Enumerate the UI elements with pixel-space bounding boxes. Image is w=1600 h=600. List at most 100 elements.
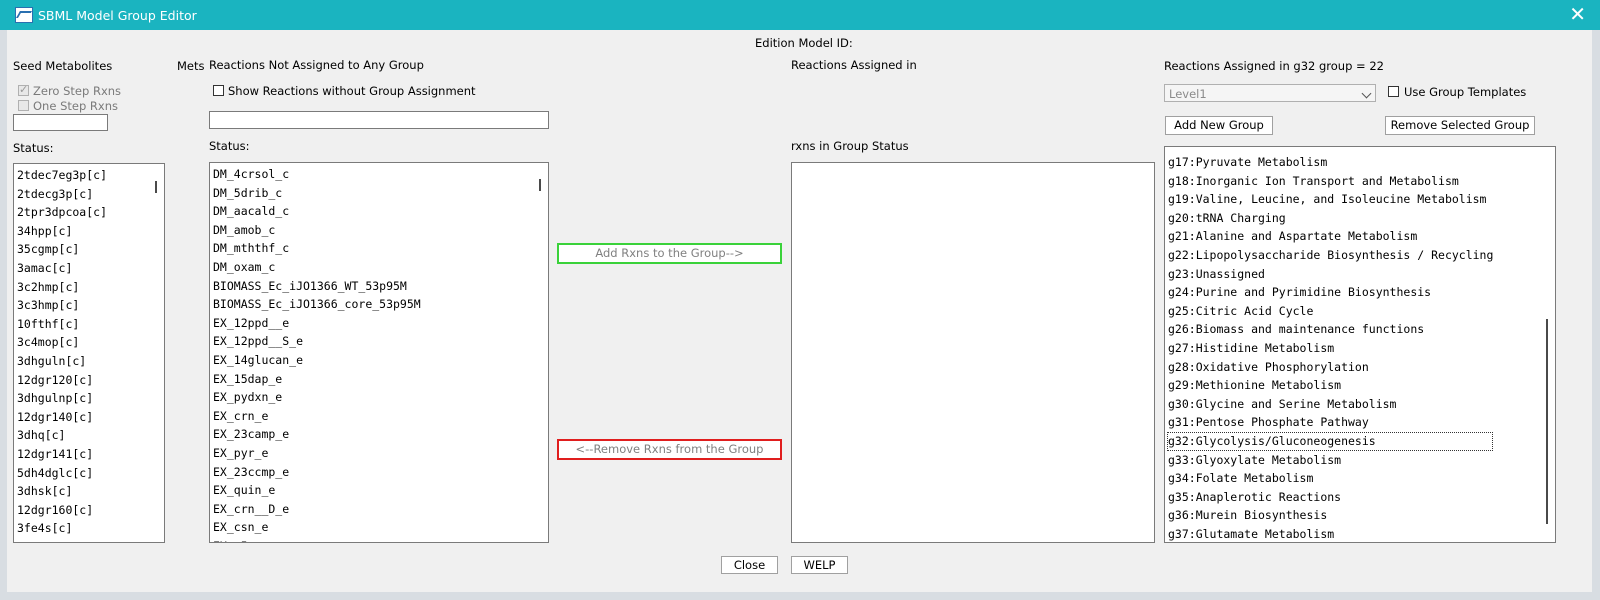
- list-item[interactable]: 34hpp[c]: [16, 222, 107, 241]
- unassigned-scrollbar[interactable]: [533, 163, 548, 542]
- list-item[interactable]: EX_crn__D_e: [212, 500, 421, 519]
- group-list-item[interactable]: g32:Glycolysis/Gluconeogenesis: [1167, 431, 1494, 451]
- group-list-item[interactable]: g30:Glycine and Serine Metabolism: [1167, 395, 1493, 414]
- remove-selected-group-button[interactable]: Remove Selected Group: [1385, 116, 1535, 135]
- edition-model-id-label: Edition Model ID:: [755, 36, 853, 50]
- background-app-right: [1592, 30, 1600, 600]
- group-list-item[interactable]: g28:Oxidative Phosphorylation: [1167, 358, 1493, 377]
- list-item[interactable]: 3fe4s[c]: [16, 519, 107, 538]
- list-item[interactable]: 10fthf[c]: [16, 315, 107, 334]
- list-item[interactable]: EX_c5...: [212, 537, 421, 542]
- list-item[interactable]: EX_pydxn_e: [212, 388, 421, 407]
- unassigned-reactions-list[interactable]: DM_4crsol_c DM_5drib_c DM_aacald_c DM_amob_…: [209, 162, 549, 543]
- close-window-icon[interactable]: ✕: [1569, 3, 1586, 25]
- add-rxns-button[interactable]: Add Rxns to the Group-->: [557, 243, 782, 264]
- list-item[interactable]: 3c2hmp[c]: [16, 278, 107, 297]
- list-item[interactable]: EX_15dap_e: [212, 370, 421, 389]
- add-new-group-button[interactable]: Add New Group: [1165, 116, 1273, 135]
- group-list-item[interactable]: g21:Alanine and Aspartate Metabolism: [1167, 227, 1493, 246]
- unassigned-scroll-thumb[interactable]: [539, 179, 541, 191]
- seed-metabolites-list[interactable]: 2tdec7eg3p[c] 2tdecg3p[c] 2tpr3dpcoa[c] 34h…: [13, 163, 165, 543]
- help-button[interactable]: WELP: [791, 556, 848, 574]
- list-item[interactable]: DM_aacald_c: [212, 202, 421, 221]
- group-list-item[interactable]: g23:Unassigned: [1167, 265, 1493, 284]
- list-item[interactable]: EX_pyr_e: [212, 444, 421, 463]
- show-unassigned-checkbox[interactable]: [213, 85, 224, 96]
- list-item[interactable]: EX_12ppd__S_e: [212, 332, 421, 351]
- mets-label: Mets: [177, 59, 205, 73]
- use-group-templates-checkbox[interactable]: [1388, 86, 1399, 97]
- list-item[interactable]: 35cgmp[c]: [16, 240, 107, 259]
- seed-search-input[interactable]: [13, 114, 108, 131]
- group-list-item[interactable]: g25:Citric Acid Cycle: [1167, 302, 1493, 321]
- list-item[interactable]: DM_mththf_c: [212, 239, 421, 258]
- groups-scroll-thumb[interactable]: [1546, 319, 1548, 524]
- seed-metabolites-title: Seed Metabolites: [13, 59, 113, 73]
- list-item[interactable]: EX_14glucan_e: [212, 351, 421, 370]
- zero-step-checkbox[interactable]: [18, 83, 29, 96]
- group-level-dropdown[interactable]: Level1: [1164, 84, 1376, 102]
- list-item[interactable]: 3dhsk[c]: [16, 482, 107, 501]
- group-list-item[interactable]: g35:Anaplerotic Reactions: [1167, 488, 1493, 507]
- list-item[interactable]: 12dgr140[c]: [16, 408, 107, 427]
- group-list-item[interactable]: g22:Lipopolysaccharide Biosynthesis / Re…: [1167, 246, 1493, 265]
- assigned-reactions-list[interactable]: [791, 162, 1155, 543]
- show-unassigned-label: Show Reactions without Group Assignment: [228, 84, 476, 98]
- list-item[interactable]: DM_4crsol_c: [212, 165, 421, 184]
- list-item[interactable]: 3amac[c]: [16, 259, 107, 278]
- list-item[interactable]: 3c4mop[c]: [16, 333, 107, 352]
- group-list-item[interactable]: g33:Glyoxylate Metabolism: [1167, 451, 1493, 470]
- group-list-item[interactable]: g17:Pyruvate Metabolism: [1167, 153, 1493, 172]
- groups-list[interactable]: g17:Pyruvate Metabolism g18:Inorganic Ion…: [1164, 146, 1556, 543]
- group-list-item[interactable]: g29:Methionine Metabolism: [1167, 376, 1493, 395]
- close-button[interactable]: Close: [721, 556, 778, 574]
- group-list-item[interactable]: g36:Murein Biosynthesis: [1167, 506, 1493, 525]
- list-item[interactable]: 3dhgulnp[c]: [16, 389, 107, 408]
- list-item[interactable]: 2tpr3dpcoa[c]: [16, 203, 107, 222]
- list-item[interactable]: EX_quin_e: [212, 481, 421, 500]
- list-item[interactable]: DM_oxam_c: [212, 258, 421, 277]
- list-item[interactable]: 3dhq[c]: [16, 426, 107, 445]
- groups-scrollbar[interactable]: [1540, 147, 1555, 542]
- list-item[interactable]: EX_23camp_e: [212, 425, 421, 444]
- groups-title: Reactions Assigned in g32 group = 22: [1164, 59, 1384, 73]
- group-list-item[interactable]: g19:Valine, Leucine, and Isoleucine Meta…: [1167, 190, 1493, 209]
- list-item[interactable]: 12dgr141[c]: [16, 445, 107, 464]
- list-item[interactable]: EX_12ppd__e: [212, 314, 421, 333]
- seed-scrollbar[interactable]: [149, 164, 164, 542]
- list-item[interactable]: 2tdecg3p[c]: [16, 185, 107, 204]
- list-item[interactable]: EX_crn_e: [212, 407, 421, 426]
- one-step-checkbox[interactable]: [18, 100, 29, 111]
- unassigned-status-label: Status:: [209, 139, 250, 153]
- group-list-item[interactable]: g34:Folate Metabolism: [1167, 469, 1493, 488]
- group-list-item[interactable]: g20:tRNA Charging: [1167, 209, 1493, 228]
- seed-status-label: Status:: [13, 141, 54, 155]
- group-list-item[interactable]: g18:Inorganic Ion Transport and Metaboli…: [1167, 172, 1493, 191]
- background-app-left: [0, 30, 7, 600]
- group-list-item[interactable]: g31:Pentose Phosphate Pathway: [1167, 413, 1493, 432]
- list-item[interactable]: 3dhguln[c]: [16, 352, 107, 371]
- seed-scroll-thumb[interactable]: [155, 181, 157, 193]
- list-item[interactable]: EX_csn_e: [212, 518, 421, 537]
- unassigned-items: DM_4crsol_c DM_5drib_c DM_aacald_c DM_amob_…: [212, 165, 421, 542]
- remove-rxns-button[interactable]: <--Remove Rxns from the Group: [557, 439, 782, 460]
- group-list-item[interactable]: g37:Glutamate Metabolism: [1167, 525, 1493, 542]
- list-item[interactable]: BIOMASS_Ec_iJO1366_WT_53p95M: [212, 277, 421, 296]
- unassigned-search-input[interactable]: [209, 111, 549, 129]
- chevron-down-icon: [1361, 88, 1372, 99]
- list-item[interactable]: BIOMASS_Ec_iJO1366_core_53p95M: [212, 295, 421, 314]
- group-list-item[interactable]: g27:Histidine Metabolism: [1167, 339, 1493, 358]
- list-item[interactable]: 3c3hmp[c]: [16, 296, 107, 315]
- group-list-item[interactable]: g24:Purine and Pyrimidine Biosynthesis: [1167, 283, 1493, 302]
- dialog-content: Edition Model ID: Seed Metabolites Mets …: [7, 30, 1592, 592]
- group-list-item[interactable]: g26:Biomass and maintenance functions: [1167, 320, 1493, 339]
- unassigned-title: Reactions Not Assigned to Any Group: [209, 58, 424, 72]
- list-item[interactable]: 5dh4dglc[c]: [16, 464, 107, 483]
- group-level-value: Level1: [1169, 87, 1207, 101]
- list-item[interactable]: 12dgr120[c]: [16, 371, 107, 390]
- list-item[interactable]: DM_amob_c: [212, 221, 421, 240]
- list-item[interactable]: 2tdec7eg3p[c]: [16, 166, 107, 185]
- list-item[interactable]: 12dgr160[c]: [16, 501, 107, 520]
- list-item[interactable]: EX_23ccmp_e: [212, 463, 421, 482]
- list-item[interactable]: DM_5drib_c: [212, 184, 421, 203]
